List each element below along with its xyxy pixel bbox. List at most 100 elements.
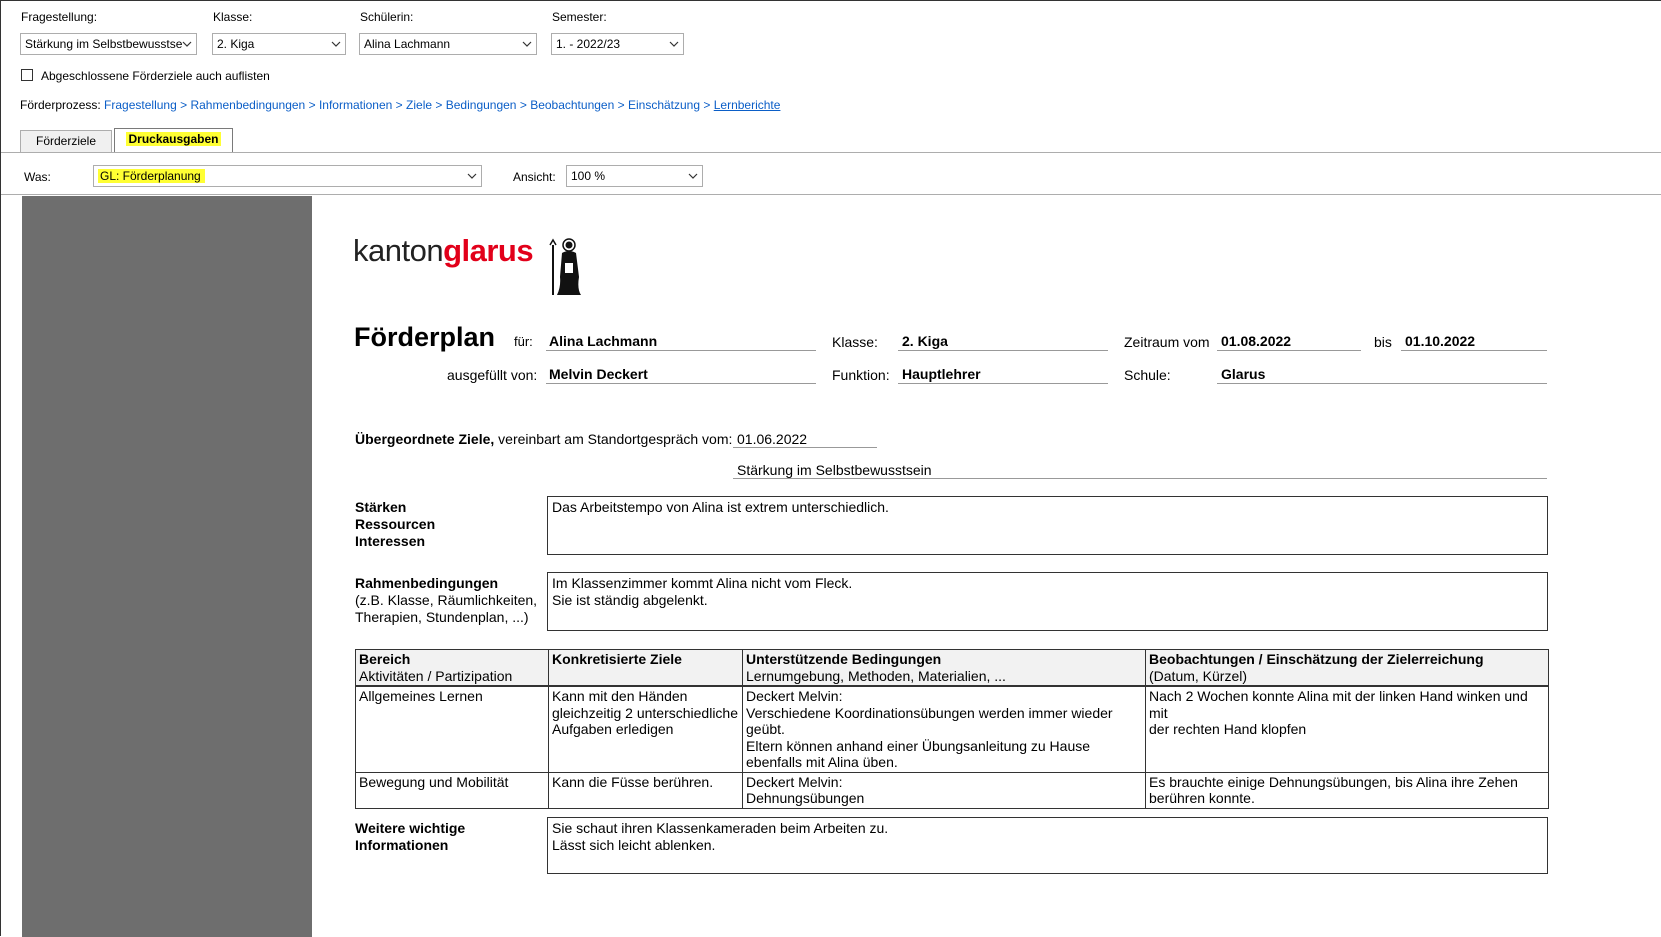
staerken-label-line: Stärken [355,499,407,515]
weitere-label-line: Weitere wichtige [355,820,466,836]
semester-label: Semester: [552,10,607,24]
semester-select[interactable]: 1. - 2022/23 [551,33,684,55]
fuer-value: Alina Lachmann [549,333,658,349]
abgeschlossene-checkbox[interactable] [21,69,33,81]
klasse-value: 2. Kiga [217,37,255,51]
breadcrumb-ziele[interactable]: Ziele [406,98,432,112]
breadcrumb: Förderprozess: Fragestellung > Rahmenbed… [20,98,780,112]
foerder-table: Bereich Aktivitäten / Partizipation Konkr… [355,649,1549,809]
ziele-label-rest: vereinbart am Standortgespräch vom: [494,431,733,447]
zeitraum-bis-value: 01.10.2022 [1405,333,1476,349]
rahmen-label-sub: (z.B. Klasse, Räumlichkeiten, [355,592,538,608]
klasse-doc-value: 2. Kiga [902,333,948,349]
fuer-label: für: [514,334,533,349]
table-cell: Nach 2 Wochen konnte Alina mit der linke… [1145,685,1549,773]
breadcrumb-separator: > [308,98,316,112]
was-value: GL: Förderplanung [98,169,205,183]
rahmen-label-title: Rahmenbedingungen [355,575,499,591]
schuelerin-value: Alina Lachmann [364,37,451,51]
ausgefuellt-underline [546,383,816,384]
table-header-row: Bereich Aktivitäten / Partizipation Konkr… [355,649,1549,687]
breadcrumb-separator: > [395,98,403,112]
zeitraum-label: Zeitraum vom [1124,334,1210,350]
chevron-down-icon [669,34,679,47]
schule-underline [1217,383,1547,384]
preview-background [22,196,312,937]
table-header-cell: Konkretisierte Ziele [548,649,743,687]
ziele-label-bold: Übergeordnete Ziele, [355,431,495,447]
ziele-text: Stärkung im Selbstbewusstsein [737,462,932,478]
zeitraum-von-value: 01.08.2022 [1221,333,1292,349]
tab-foerderziele-label: Förderziele [35,134,97,148]
semester-value: 1. - 2022/23 [556,37,621,51]
fridolin-emblem-icon [549,238,581,295]
klasse-select[interactable]: 2. Kiga [212,33,346,55]
app-window: Fragestellung: Klasse: Schülerin: Semest… [0,0,1661,937]
funktion-label: Funktion: [832,367,890,383]
schuelerin-label: Schülerin: [360,10,414,24]
breadcrumb-fragestellung[interactable]: Fragestellung [104,98,177,112]
table-cell: Deckert Melvin: Dehnungsübungen [742,771,1146,809]
table-cell: Allgemeines Lernen [355,685,549,773]
klasse-label: Klasse: [213,10,253,24]
breadcrumb-informationen[interactable]: Informationen [319,98,392,112]
fragestellung-value: Stärkung im Selbstbewusstse [25,37,183,51]
klasse-underline [898,350,1108,351]
rahmen-label-sub: Therapien, Stundenplan, ...) [355,609,529,625]
breadcrumb-rahmenbedingungen[interactable]: Rahmenbedingungen [190,98,305,112]
chevron-down-icon [182,34,192,47]
staerken-box: Das Arbeitstempo von Alina ist extrem un… [547,496,1548,555]
breadcrumb-separator: > [180,98,188,112]
ziele-datum: 01.06.2022 [737,431,808,447]
breadcrumb-bedingungen[interactable]: Bedingungen [446,98,517,112]
ansicht-value: 100 % [571,169,606,183]
klasse-doc-label: Klasse: [832,334,878,350]
breadcrumb-separator: > [519,98,527,112]
zeitraum-von-underline [1217,350,1361,351]
breadcrumb-separator: > [435,98,443,112]
table-header-cell: Unterstützende Bedingungen Lernumgebung, … [742,649,1146,687]
funktion-value: Hauptlehrer [902,366,981,382]
breadcrumb-lernberichte[interactable]: Lernberichte [714,98,781,112]
breadcrumb-separator: > [617,98,625,112]
tab-druckausgaben[interactable]: Druckausgaben [114,128,233,152]
breadcrumb-einschaetzung[interactable]: Einschätzung [628,98,700,112]
schule-value: Glarus [1221,366,1266,382]
ausgefuellt-label: ausgefüllt von: [447,367,538,383]
rahmen-label: Rahmenbedingungen (z.B. Klasse, Räumlich… [355,575,537,626]
tab-strip-line [1,152,1661,153]
tab-druckausgaben-label: Druckausgaben [126,132,221,146]
staerken-text: Das Arbeitstempo von Alina ist extrem un… [552,499,889,515]
table-header-cell: Bereich Aktivitäten / Partizipation [355,649,549,687]
staerken-label: Stärken Ressourcen Interessen [355,499,435,550]
tab-foerderziele[interactable]: Förderziele [20,130,112,152]
logo-word-glarus: glarus [443,233,534,268]
table-cell: Kann die Füsse berühren. [548,771,743,809]
rahmen-text-line: Sie ist ständig abgelenkt. [552,592,708,608]
document-title: Förderplan [354,322,496,352]
ziele-datum-underline [733,447,877,448]
weitere-label: Weitere wichtige Informationen [355,820,465,854]
chevron-down-icon [331,34,341,47]
rahmen-box: Im Klassenzimmer kommt Alina nicht vom F… [547,572,1548,631]
table-row: Allgemeines Lernen Kann mit den Händen gl… [355,685,1549,773]
ausgefuellt-value: Melvin Deckert [549,366,648,382]
fragestellung-select[interactable]: Stärkung im Selbstbewusstse [20,33,197,55]
weitere-label-line: Informationen [355,837,449,853]
uebergeordnete-ziele-label: Übergeordnete Ziele, vereinbart am Stand… [355,431,732,447]
kanton-glarus-logo: kantonglarus [353,233,534,269]
table-cell: Kann mit den Händen gleichzeitig 2 unters… [548,685,743,773]
was-select[interactable]: GL: Förderplanung [93,165,482,187]
table-row: Bewegung und Mobilität Kann die Füsse be… [355,771,1549,809]
weitere-box: Sie schaut ihren Klassenkameraden beim A… [547,817,1548,874]
ansicht-select[interactable]: 100 % [566,165,703,187]
staerken-label-line: Ressourcen [355,516,436,532]
table-header-cell: Beobachtungen / Einschätzung der Zielerr… [1145,649,1549,687]
breadcrumb-separator: > [703,98,711,112]
weitere-text-line: Sie schaut ihren Klassenkameraden beim A… [552,820,889,836]
weitere-text-line: Lässt sich leicht ablenken. [552,837,716,853]
schuelerin-select[interactable]: Alina Lachmann [359,33,537,55]
breadcrumb-beobachtungen[interactable]: Beobachtungen [530,98,614,112]
abgeschlossene-label: Abgeschlossene Förderziele auch aufliste… [41,69,270,83]
chevron-down-icon [522,34,532,47]
